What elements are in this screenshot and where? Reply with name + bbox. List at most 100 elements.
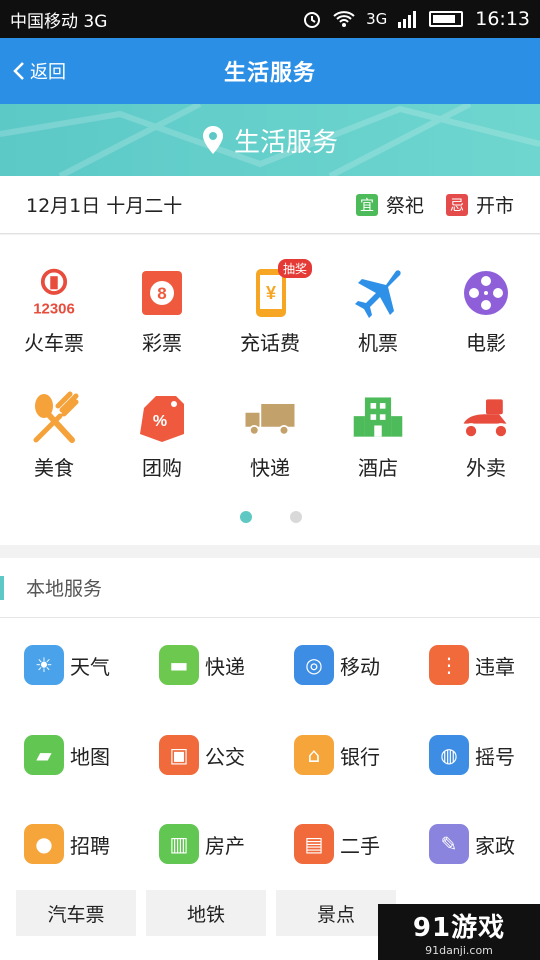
alarm-icon [304, 12, 321, 28]
status-icons: 3G [302, 9, 464, 29]
person-icon: ● [24, 824, 64, 864]
grid-item-label: 美食 [34, 456, 74, 480]
local-service-label: 天气 [70, 654, 110, 679]
ji-badge: 忌 [445, 193, 468, 216]
grid-item-label: 外卖 [466, 456, 506, 480]
grid-item-train[interactable]: 12306 火车票 [0, 265, 108, 356]
page-dot[interactable] [290, 511, 302, 523]
svg-text:%: % [153, 413, 167, 430]
food-icon [26, 390, 82, 446]
date-bar: 12月1日 十月二十 宜 祭祀 忌 开市 [0, 176, 540, 234]
grid-item-label: 酒店 [358, 456, 398, 480]
button-label: 地铁 [186, 903, 225, 926]
bank-icon: ⌂ [294, 735, 334, 775]
local-service-label: 摇号 [475, 744, 515, 769]
grid-item-label: 机票 [358, 331, 398, 355]
local-service-item[interactable]: ▣ 公交 [159, 735, 245, 775]
watermark-logo: 91游戏 91danji.com [378, 904, 540, 960]
battery-icon [429, 11, 464, 27]
bus-ticket-button[interactable]: 汽车票 [16, 890, 136, 936]
broom-icon: ✎ [429, 824, 469, 864]
grid-item-label: 彩票 [142, 331, 182, 355]
local-service-item[interactable]: ☀ 天气 [24, 645, 110, 685]
page-title: 生活服务 [223, 61, 316, 86]
cart-icon: ▤ [294, 824, 334, 864]
local-service-label: 银行 [340, 744, 380, 769]
local-service-item[interactable]: ⋮ 违章 [429, 645, 515, 685]
local-service-item[interactable]: ◎ 移动 [294, 645, 380, 685]
sun-icon: ☀ [24, 645, 64, 685]
local-service-label: 公交 [205, 744, 245, 769]
back-button[interactable]: 返回 [12, 38, 66, 104]
hotel-icon [350, 390, 406, 446]
svg-text:¥: ¥ [266, 283, 276, 303]
group-buy-icon: % [134, 390, 190, 446]
grid-item-express[interactable]: 快递 [216, 390, 324, 481]
watermark-brand: 91游戏 [412, 913, 506, 943]
grid-item-hotel[interactable]: 酒店 [324, 390, 432, 481]
grid-item-movie[interactable]: 电影 [432, 265, 540, 356]
carrier-label: 中国移动 3G [10, 11, 108, 32]
local-service-item[interactable]: ▰ 地图 [24, 735, 110, 775]
local-service-item[interactable]: ✎ 家政 [429, 824, 515, 864]
car-icon: ◍ [429, 735, 469, 775]
yi-text: 祭祀 [385, 195, 424, 217]
grid-item-label: 快递 [250, 456, 290, 480]
bus-icon: ▣ [159, 735, 199, 775]
truck-icon [242, 390, 298, 446]
svg-text:8: 8 [157, 284, 166, 303]
train-icon: 12306 [26, 265, 82, 321]
phone-recharge-icon: ¥ 抽奖 [242, 259, 312, 321]
grid-item-flight[interactable]: 机票 [324, 265, 432, 356]
local-service-item[interactable]: ◍ 摇号 [429, 735, 515, 775]
chevron-left-icon [13, 62, 24, 80]
ji-text: 开市 [475, 195, 514, 217]
lottery-badge: 抽奖 [277, 259, 312, 278]
truck-icon: ▬ [159, 645, 199, 685]
local-service-label: 房产 [205, 833, 245, 858]
section-header: 本地服务 [0, 558, 540, 618]
back-label: 返回 [30, 62, 66, 83]
traffic-light-icon: ⋮ [429, 645, 469, 685]
map-icon: ▰ [24, 735, 64, 775]
network-type: 3G [366, 10, 388, 28]
section-title: 本地服务 [26, 578, 103, 600]
signal-icon [398, 11, 417, 28]
local-service-label: 快递 [205, 654, 245, 679]
local-service-label: 家政 [475, 833, 515, 858]
grid-item-label: 火车票 [24, 331, 84, 355]
local-service-item[interactable]: ▥ 房产 [159, 824, 245, 864]
local-service-label: 违章 [475, 654, 515, 679]
grid-item-takeout[interactable]: 外卖 [432, 390, 540, 481]
local-service-item[interactable]: ▬ 快递 [159, 645, 245, 685]
lottery-icon: 8 [134, 265, 190, 321]
grid-item-label: 团购 [142, 456, 182, 480]
local-service-item[interactable]: ⌂ 银行 [294, 735, 380, 775]
nav-bar: 返回 生活服务 [0, 38, 540, 104]
grid-item-group-buy[interactable]: % 团购 [108, 390, 216, 481]
page-indicator [240, 511, 302, 523]
grid-item-recharge[interactable]: ¥ 抽奖 充话费 [216, 259, 324, 356]
page-dot-active[interactable] [240, 511, 252, 523]
local-service-label: 移动 [340, 654, 380, 679]
button-label: 汽车票 [47, 903, 105, 926]
plane-icon [350, 265, 406, 321]
grid-item-lottery[interactable]: 8 彩票 [108, 265, 216, 356]
local-service-item[interactable]: ▤ 二手 [294, 824, 380, 864]
local-service-label: 二手 [340, 833, 380, 858]
button-label: 景点 [316, 903, 355, 926]
scooter-icon [458, 390, 514, 446]
grid-item-food[interactable]: 美食 [0, 390, 108, 481]
status-bar: 中国移动 3G 3G 16:13 [0, 0, 540, 38]
lunar-date: 12月1日 十月二十 [26, 195, 183, 217]
local-service-item[interactable]: ● 招聘 [24, 824, 110, 864]
svg-text:12306: 12306 [33, 301, 75, 318]
local-service-label: 招聘 [70, 833, 110, 858]
china-mobile-icon: ◎ [294, 645, 334, 685]
banner: 生活服务 [0, 104, 540, 176]
subway-button[interactable]: 地铁 [146, 890, 266, 936]
yi-badge: 宜 [355, 193, 378, 216]
watermark-site: 91danji.com [425, 944, 493, 957]
building-icon: ▥ [159, 824, 199, 864]
service-grid: 12306 火车票 8 彩票 ¥ 抽奖 充话费 机票 电影 美食 % 团购 快递… [0, 235, 540, 545]
